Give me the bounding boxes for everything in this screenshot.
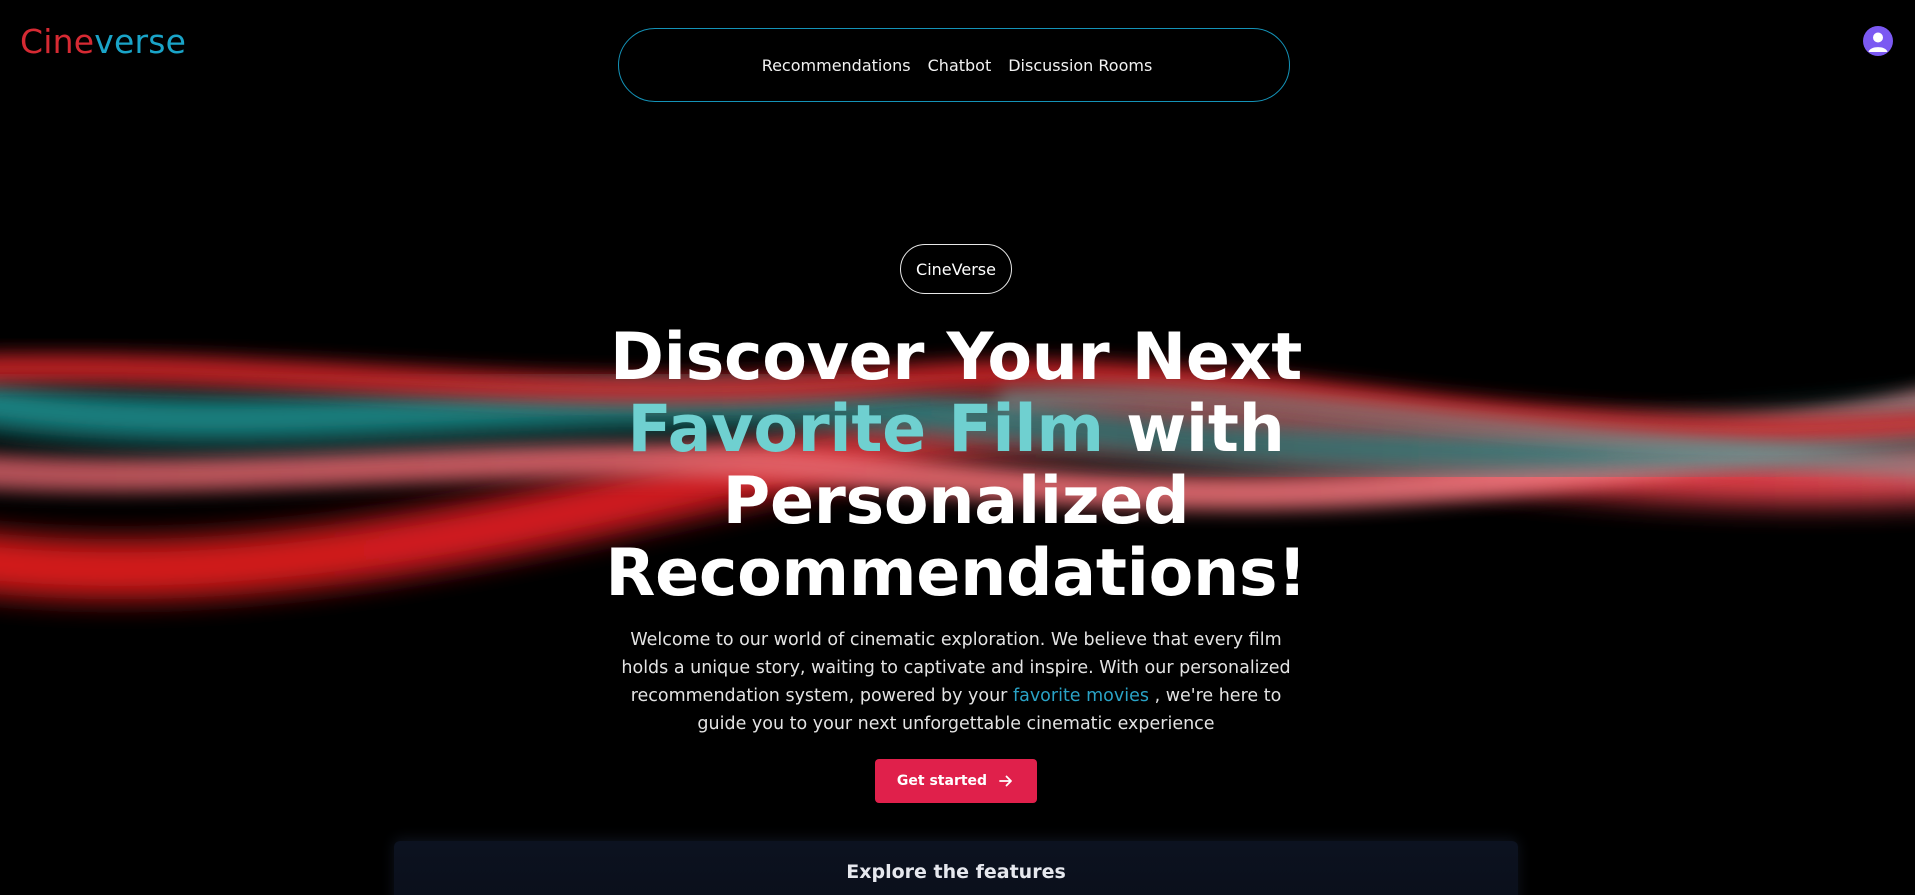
hero-line-2: Favorite Film with — [560, 394, 1352, 466]
get-started-button[interactable]: Get started — [875, 759, 1037, 803]
nav-link-chatbot[interactable]: Chatbot — [928, 56, 992, 75]
brand-logo-part1: Cine — [20, 22, 95, 61]
arrow-right-icon — [999, 775, 1012, 787]
hero-line-3: Personalized — [722, 464, 1190, 539]
nav-link-recommendations[interactable]: Recommendations — [762, 56, 911, 75]
hero-accent-text: Favorite Film — [627, 392, 1104, 467]
hero-line-4: Recommendations! — [605, 536, 1307, 611]
hero-description: Welcome to our world of cinematic explor… — [620, 626, 1292, 738]
features-title: Explore the features — [846, 861, 1066, 883]
hero-line-1: Discover Your Next — [609, 320, 1303, 395]
brand-logo[interactable]: Cineverse — [20, 22, 186, 61]
hero-heading: Discover Your Next Favorite Film with Pe… — [560, 322, 1352, 610]
user-avatar-icon[interactable] — [1863, 26, 1893, 56]
hero-line-2-rest: with — [1103, 392, 1285, 467]
main-nav: Recommendations Chatbot Discussion Rooms — [618, 28, 1290, 102]
features-section: Explore the features — [394, 841, 1518, 895]
brand-logo-part2: verse — [94, 22, 187, 61]
get-started-label: Get started — [896, 773, 988, 789]
favorite-movies-link[interactable]: favorite movies — [1013, 686, 1149, 706]
nav-link-discussion-rooms[interactable]: Discussion Rooms — [1008, 56, 1152, 75]
brand-badge: CineVerse — [900, 244, 1012, 294]
